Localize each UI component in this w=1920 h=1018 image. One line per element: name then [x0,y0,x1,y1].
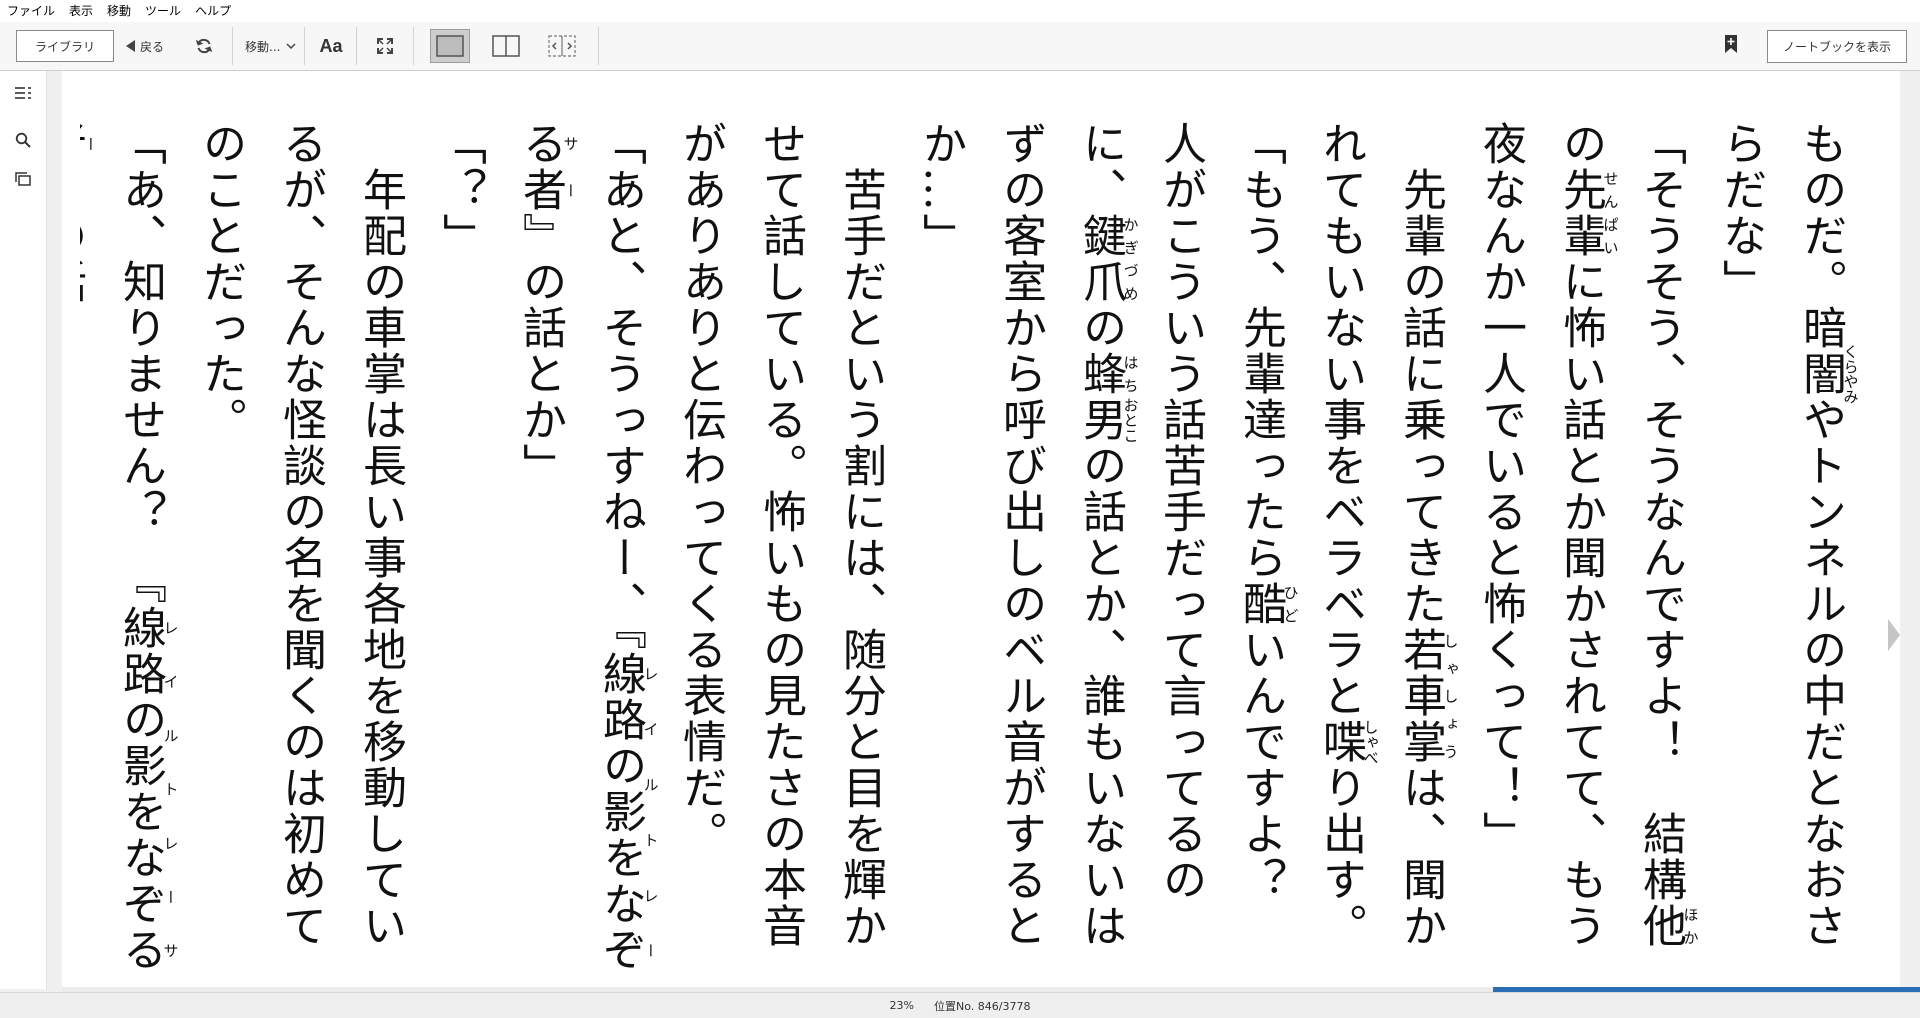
menu-view[interactable]: 表示 [62,0,100,22]
toolbar-divider [598,27,600,65]
bookmark-button[interactable] [1724,34,1744,58]
font-settings-button[interactable]: Aa [319,36,342,57]
progress-percent: 23% [889,999,914,1012]
fullscreen-icon [377,38,394,54]
sync-icon [195,38,213,54]
fullscreen-button[interactable] [373,34,397,58]
menu-bar: ファイル 表示 移動 ツール ヘルプ [0,0,1920,23]
search-button[interactable] [13,130,33,150]
show-notebook-button[interactable]: ノートブックを表示 [1767,30,1907,63]
text-paragraph: 年配の車掌は長い事各地を移動しているが、そんな怪談の名を聞くのは初めてのことだっ… [195,121,406,949]
toc-icon [15,87,31,99]
location-indicator: 位置No. 846/3778 [933,999,1031,1013]
toolbar-divider [356,27,358,65]
book-text: ものだ。暗闇くらやみやトンネルの中だとなおさらだな」 「そうそう、そうなんですよ！… [80,121,1860,981]
toolbar-divider [232,27,234,65]
single-column-icon [436,35,465,57]
goto-label: 移動... [245,39,281,54]
sync-button[interactable] [192,34,216,58]
toolbar: ライブラリ 戻る 移動... Aa ノートブックを表示 [0,22,1920,71]
left-sidebar [0,71,47,989]
text-paragraph: 苦手だという割には、随分と目を輝かせて話している。怖いもの見たさの本音がありあり… [675,121,886,949]
bookmark-add-icon [1725,35,1737,53]
text-paragraph: ものだ。暗闇くらやみやトンネルの中だとなおさらだな」 [1715,121,1860,949]
chevron-down-icon [286,43,296,50]
back-button[interactable]: 戻る [126,38,164,55]
two-column-button[interactable] [486,29,526,63]
library-button[interactable]: ライブラリ [16,30,114,62]
text-paragraph: 「あと、そうっすねー、『線路の影をなぞる者レイルトレーサー』の話とか」 [515,121,660,973]
back-arrow-icon [126,40,135,52]
two-column-icon [492,35,521,57]
text-paragraph: 先輩の話に乗ってきた若車掌しゃしょうは、聞かれてもいない事をベラベラと喋しゃべり… [1315,121,1460,949]
single-column-button[interactable] [430,29,471,63]
menu-tools[interactable]: ツール [138,0,188,22]
text-paragraph: 「あ、知りません？ 『線路の影をなぞる者レイルトレーサー』の話」 [80,121,180,973]
back-label: 戻る [140,39,165,54]
reading-page[interactable]: ものだ。暗闇くらやみやトンネルの中だとなおさらだな」 「そうそう、そうなんですよ！… [62,71,1900,989]
auto-column-icon [548,35,577,57]
menu-file[interactable]: ファイル [0,0,62,22]
goto-button[interactable]: 移動... [245,38,296,55]
flashcards-icon [15,172,31,186]
toolbar-divider [413,27,415,65]
auto-column-button[interactable] [542,29,582,63]
text-paragraph: 「そうそう、そうなんですよ！ 結構他ほかの先輩せんぱいに怖い話とか聞かされてて、… [1475,121,1700,949]
search-icon [15,132,31,148]
next-page-icon[interactable] [1888,619,1900,651]
text-paragraph: 「？」 [435,121,486,259]
toolbar-divider [304,27,306,65]
menu-help[interactable]: ヘルプ [188,0,238,22]
flashcards-button[interactable] [13,169,33,189]
menu-go[interactable]: 移動 [100,0,138,22]
toc-button[interactable] [13,83,33,103]
text-paragraph: 「もう、先輩達ったら酷ひどいんですよ？ 人がこういう話苦手だって言ってるのに、鍵… [915,121,1300,949]
status-bar: 23% 位置No. 846/3778 [0,992,1920,1018]
